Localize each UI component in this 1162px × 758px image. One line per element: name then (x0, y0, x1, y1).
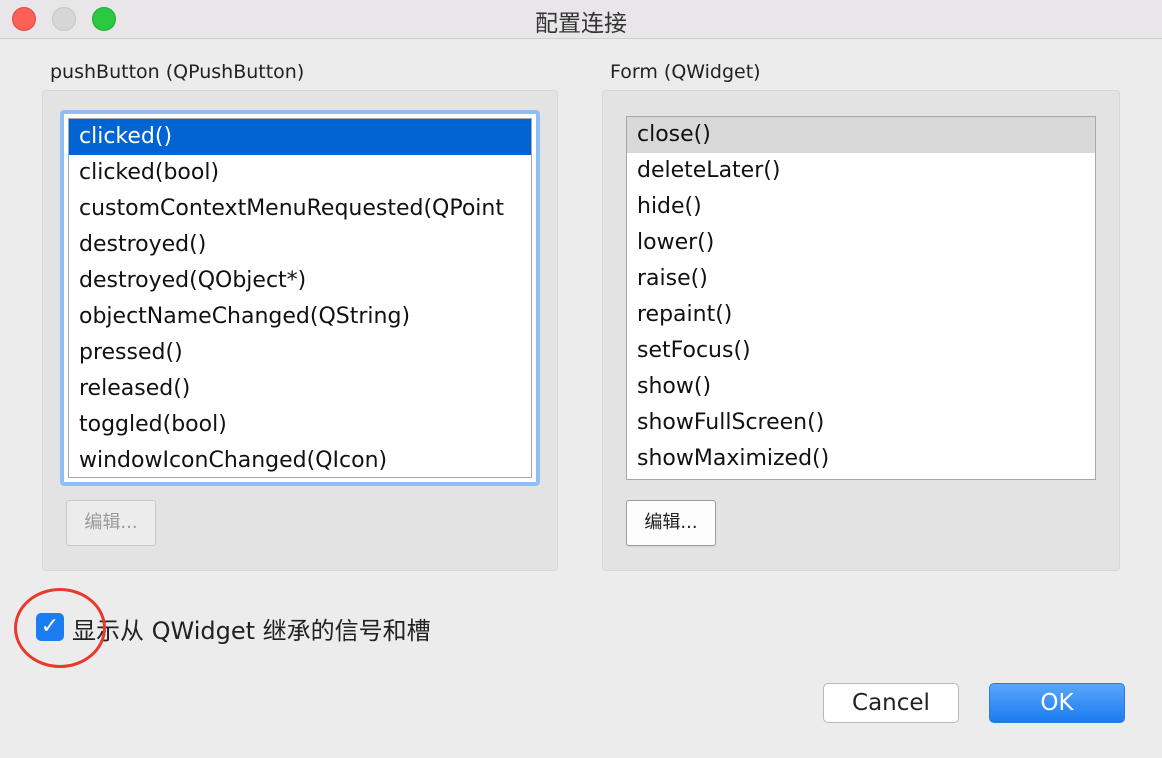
slot-list-item[interactable]: showMaximized() (627, 441, 1095, 477)
slot-list-item[interactable]: showFullScreen() (627, 405, 1095, 441)
slot-list-item[interactable]: close() (627, 117, 1095, 153)
receiver-label: Form (QWidget) (610, 61, 761, 83)
window-title: 配置连接 (535, 11, 627, 37)
checkmark-icon: ✓ (40, 614, 60, 639)
ok-button[interactable]: OK (989, 683, 1125, 723)
cancel-button[interactable]: Cancel (823, 683, 959, 723)
slot-list-item[interactable]: lower() (627, 225, 1095, 261)
sender-label: pushButton (QPushButton) (50, 61, 305, 83)
slot-list-item[interactable]: repaint() (627, 297, 1095, 333)
slot-list-item[interactable]: show() (627, 369, 1095, 405)
sender-signal-list[interactable]: clicked() clicked(bool) customContextMenuR… (60, 110, 540, 486)
signal-list-item[interactable]: destroyed() (69, 227, 531, 263)
slot-list-item[interactable]: raise() (627, 261, 1095, 297)
signal-list-item[interactable]: pressed() (69, 335, 531, 371)
signal-list-item[interactable]: windowIconChanged(QIcon) (69, 443, 531, 477)
signal-list-item[interactable]: destroyed(QObject*) (69, 263, 531, 299)
slot-list-item[interactable]: setFocus() (627, 333, 1095, 369)
slot-list-item[interactable]: deleteLater() (627, 153, 1095, 189)
slot-list-item[interactable]: hide() (627, 189, 1095, 225)
receiver-slot-list[interactable]: close() deleteLater() hide() lower() raise()… (626, 116, 1096, 480)
title-bar: 配置连接 (0, 0, 1162, 39)
signal-list-item[interactable]: released() (69, 371, 531, 407)
receiver-edit-button[interactable]: 编辑... (626, 500, 716, 546)
show-inherited-label[interactable]: 显示从 QWidget 继承的信号和槽 (72, 611, 431, 646)
signal-list-item[interactable]: clicked(bool) (69, 155, 531, 191)
show-inherited-checkbox[interactable]: ✓ (36, 613, 64, 641)
signal-list-item[interactable]: customContextMenuRequested(QPoint (69, 191, 531, 227)
sender-edit-button[interactable]: 编辑... (66, 500, 156, 546)
signal-list-item[interactable]: clicked() (69, 119, 531, 155)
signal-list-item[interactable]: toggled(bool) (69, 407, 531, 443)
signal-list-item[interactable]: objectNameChanged(QString) (69, 299, 531, 335)
